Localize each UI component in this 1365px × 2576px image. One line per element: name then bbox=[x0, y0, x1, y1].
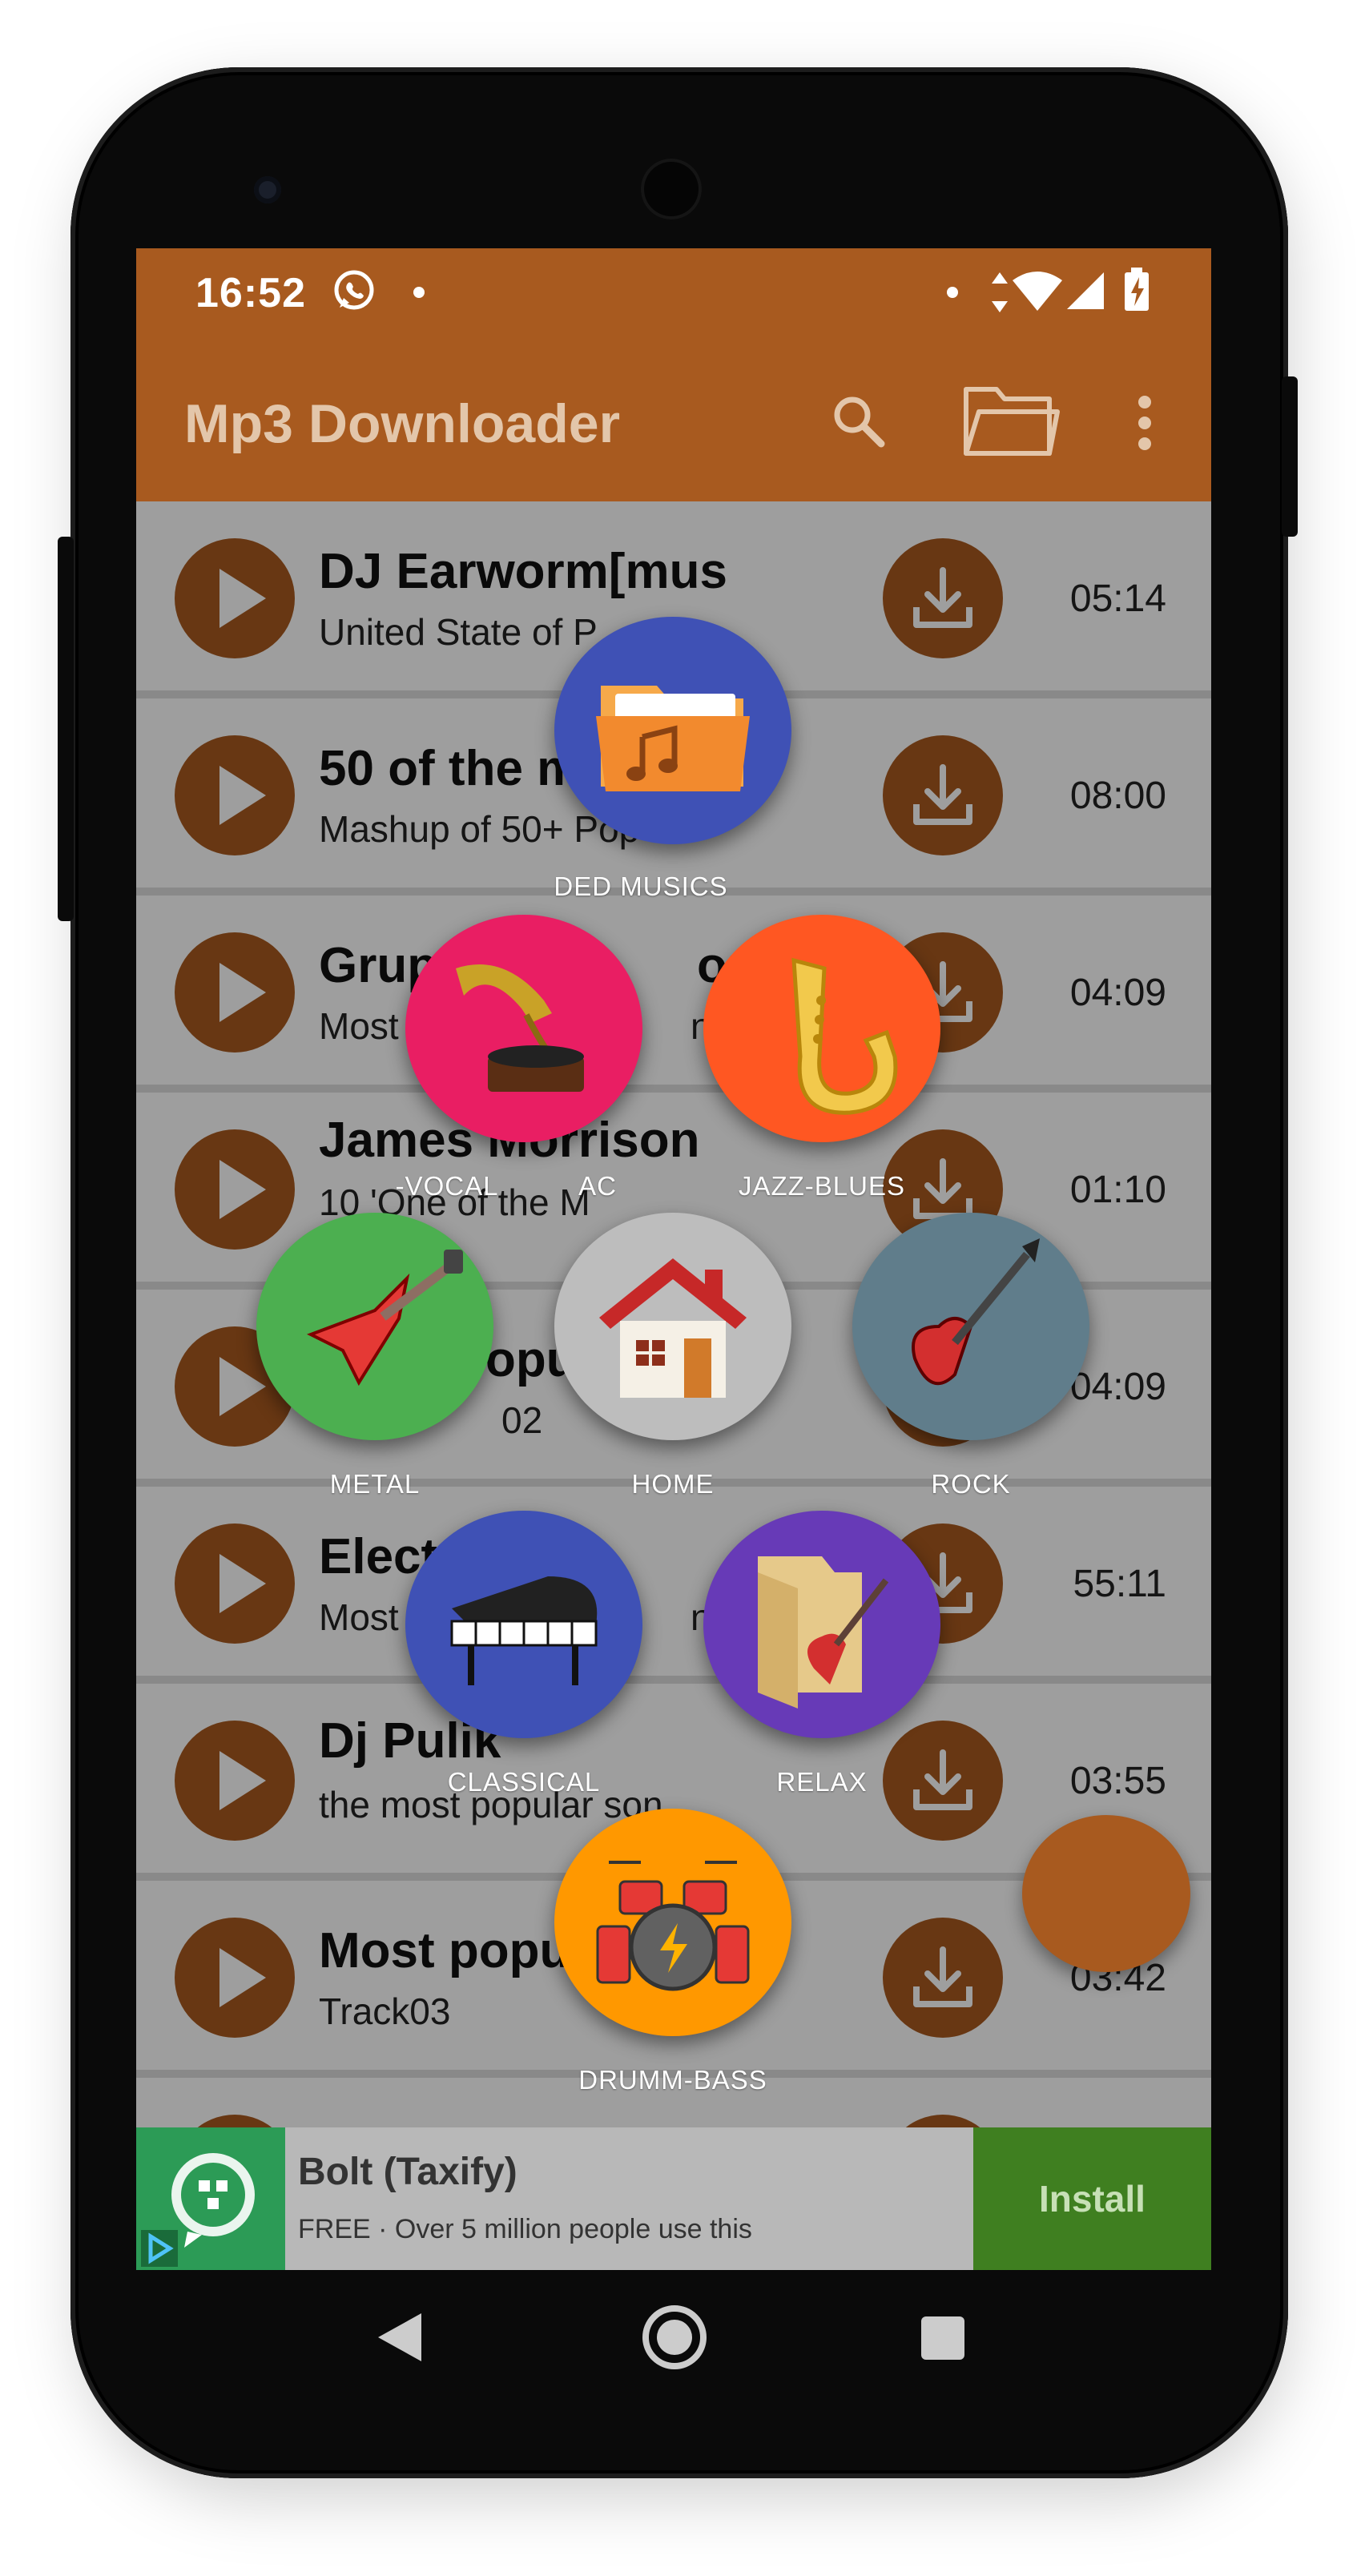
downloaded-musics-button[interactable] bbox=[554, 617, 791, 844]
pop-vocal-button[interactable] bbox=[405, 915, 642, 1142]
more-vert-icon[interactable] bbox=[1136, 394, 1154, 452]
ad-banner[interactable]: Bolt (Taxify) FREE · Over 5 million peop… bbox=[136, 2127, 1211, 2270]
app-title: Mp3 Downloader bbox=[184, 393, 621, 454]
wifi-icon bbox=[1013, 272, 1062, 311]
ad-description: FREE · Over 5 million people use this bbox=[298, 2214, 752, 2244]
metal-label: METAL bbox=[329, 1469, 421, 1499]
volume-button[interactable] bbox=[58, 537, 74, 921]
folder-icon[interactable] bbox=[961, 378, 1061, 461]
front-camera bbox=[641, 159, 702, 219]
relax-button[interactable] bbox=[703, 1511, 940, 1738]
classical-button[interactable] bbox=[405, 1511, 642, 1738]
power-button[interactable] bbox=[1282, 376, 1298, 537]
rock-guitar-icon bbox=[912, 1238, 1040, 1386]
rock-button[interactable] bbox=[852, 1213, 1089, 1440]
data-arrows-icon bbox=[992, 272, 1008, 312]
recents-icon[interactable] bbox=[920, 2315, 966, 2361]
guitar-folder-icon bbox=[758, 1556, 889, 1709]
electric-guitar-icon bbox=[307, 1250, 463, 1387]
ad-app-name: Bolt (Taxify) bbox=[298, 2151, 517, 2193]
relax-label: RELAX bbox=[776, 1767, 868, 1797]
app-bar: Mp3 Downloader bbox=[136, 336, 1211, 501]
ad-install-button[interactable]: Install bbox=[973, 2127, 1211, 2270]
music-folder-icon bbox=[596, 686, 750, 791]
downloaded-musics-label: DED MUSICS bbox=[554, 871, 728, 901]
metal-button[interactable] bbox=[256, 1213, 493, 1440]
home-button[interactable] bbox=[554, 1213, 791, 1440]
front-sensor bbox=[254, 176, 281, 203]
drum-kit-icon bbox=[596, 1861, 750, 1991]
saxophone-icon bbox=[791, 957, 898, 1115]
classical-label: CLASSICAL bbox=[447, 1767, 601, 1797]
adchoices-icon[interactable] bbox=[141, 2230, 178, 2267]
whatsapp-icon bbox=[334, 270, 374, 310]
navigation-bar bbox=[136, 2270, 1211, 2406]
back-icon[interactable] bbox=[376, 2312, 425, 2363]
drum-bass-button[interactable] bbox=[554, 1809, 791, 2036]
jazz-blues-button[interactable] bbox=[703, 915, 940, 1142]
gramophone-icon bbox=[456, 964, 584, 1092]
status-bar: 16:52 bbox=[136, 248, 1211, 336]
screen: 16:52 Mp3 Downloader DJ Earworm[mus Unit… bbox=[136, 248, 1211, 2270]
search-icon[interactable] bbox=[830, 392, 888, 450]
home-nav-icon[interactable] bbox=[641, 2304, 708, 2371]
status-time: 16:52 bbox=[195, 270, 306, 316]
signal-icon bbox=[1067, 272, 1104, 309]
notification-dot-right bbox=[947, 287, 958, 298]
house-icon bbox=[599, 1258, 747, 1398]
notification-dot bbox=[413, 287, 425, 298]
piano-icon bbox=[450, 1576, 598, 1685]
jazz-blues-label: JAZZ-BLUES bbox=[738, 1171, 906, 1201]
menu-toggle-fab[interactable] bbox=[1022, 1815, 1190, 1972]
drum-bass-label: DRUMM-BASS bbox=[578, 2065, 767, 2095]
battery-charging-icon bbox=[1125, 268, 1149, 311]
home-label: HOME bbox=[631, 1469, 715, 1499]
rock-label: ROCK bbox=[931, 1469, 1011, 1499]
